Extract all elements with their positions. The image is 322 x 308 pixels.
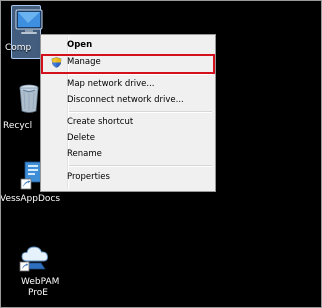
menu-separator [69, 165, 212, 167]
computer-icon [15, 9, 43, 34]
computer-icon-label: Comp [5, 43, 32, 53]
computer-desktop-icon[interactable]: Comp [1, 1, 43, 59]
recycle-bin-desktop-icon[interactable]: Recycl [1, 81, 41, 133]
webpam-label-line2: ProE [28, 288, 48, 298]
menu-item-open[interactable]: Open [43, 38, 213, 53]
vessappdocs-label: VessAppDocs [1, 194, 61, 204]
recycle-bin-icon [19, 84, 39, 113]
menu-item-disconnect-network-drive[interactable]: Disconnect network drive... [43, 93, 213, 108]
menu-item-rename[interactable]: Rename [43, 147, 213, 162]
webpam-cloud-icon [19, 246, 48, 272]
webpam-desktop-icon[interactable]: WebPAM ProE [1, 243, 71, 303]
desktop[interactable]: Comp Recycl VessAppDocs WebPAM ProE Open… [1, 1, 321, 307]
menu-separator [69, 111, 212, 113]
webpam-label-line1: WebPAM [21, 277, 60, 287]
manage-highlight-box [41, 54, 215, 74]
menu-item-create-shortcut[interactable]: Create shortcut [43, 115, 213, 130]
menu-item-map-network-drive[interactable]: Map network drive... [43, 77, 213, 92]
recycle-bin-label: Recycl [3, 121, 33, 131]
menu-item-delete[interactable]: Delete [43, 131, 213, 146]
menu-item-properties[interactable]: Properties [43, 170, 213, 185]
